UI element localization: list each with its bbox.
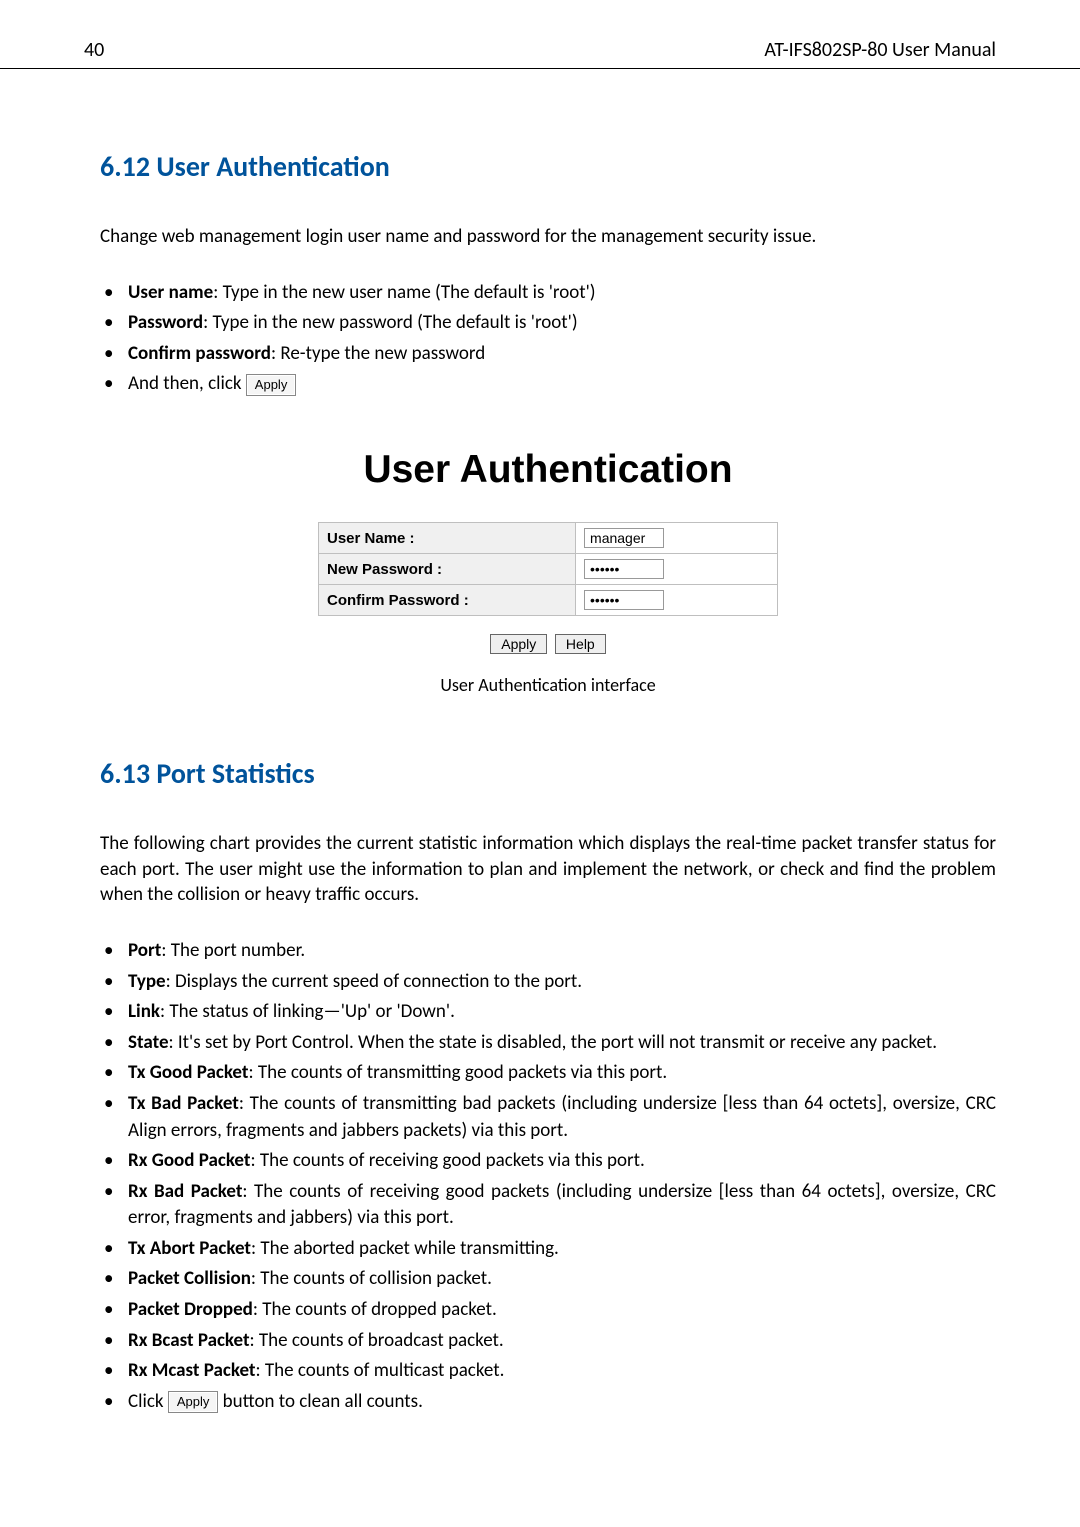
term-rx-bcast-packet: Rx Bcast Packet	[128, 1329, 250, 1352]
page-content: 6.12 User Authentication Change web mana…	[0, 69, 1080, 1465]
manual-title: AT-IFS802SP-80 User Manual	[764, 38, 996, 62]
term-tx-bad-packet: Tx Bad Packet	[128, 1092, 239, 1115]
click-pre: Click	[128, 1390, 168, 1413]
andthen-text: And then, click	[128, 372, 246, 395]
term-confirm-password: Confirm password	[128, 342, 271, 365]
list-item: Password: Type in the new password (The …	[100, 310, 996, 337]
list-item: Packet Dropped: The counts of dropped pa…	[100, 1297, 996, 1324]
desc-rx-good-packet: : The counts of receiving good packets v…	[250, 1149, 644, 1172]
list-item: Link: The status of linking—'Up' or 'Dow…	[100, 999, 996, 1026]
term-rx-good-packet: Rx Good Packet	[128, 1149, 250, 1172]
desc-confirm-password: : Re-type the new password	[271, 342, 485, 365]
apply-button[interactable]: Apply	[168, 1391, 219, 1413]
confirm-password-input[interactable]: ••••••	[584, 590, 664, 610]
term-user-name: User name	[128, 281, 213, 304]
label-new-password: New Password :	[319, 554, 576, 585]
desc-password: : Type in the new password (The default …	[203, 311, 578, 334]
term-password: Password	[128, 311, 203, 334]
list-item: Rx Mcast Packet: The counts of multicast…	[100, 1358, 996, 1385]
desc-packet-dropped: : The counts of dropped packet.	[253, 1298, 497, 1321]
list-item: User name: Type in the new user name (Th…	[100, 280, 996, 307]
heading-6-13: 6.13 Port Statistics	[100, 756, 996, 791]
list-item: Rx Bad Packet: The counts of receiving g…	[100, 1179, 996, 1232]
auth-table: User Name : manager New Password : •••••…	[318, 522, 778, 616]
list-item: And then, click Apply	[100, 371, 996, 398]
term-tx-good-packet: Tx Good Packet	[128, 1061, 248, 1084]
desc-tx-good-packet: : The counts of transmitting good packet…	[248, 1061, 667, 1084]
term-rx-bad-packet: Rx Bad Packet	[128, 1180, 242, 1203]
term-state: State	[128, 1031, 169, 1054]
list-item: Confirm password: Re-type the new passwo…	[100, 341, 996, 368]
apply-button[interactable]: Apply	[246, 374, 297, 396]
list-6-13: Port: The port number. Type: Displays th…	[100, 938, 996, 1416]
list-6-12: User name: Type in the new user name (Th…	[100, 280, 996, 398]
list-item: Click Apply button to clean all counts.	[100, 1389, 996, 1416]
table-row: New Password : ••••••	[319, 554, 778, 585]
list-item: State: It's set by Port Control. When th…	[100, 1030, 996, 1057]
new-password-input[interactable]: ••••••	[584, 559, 664, 579]
desc-user-name: : Type in the new user name (The default…	[213, 281, 595, 304]
cell-new-password: ••••••	[576, 554, 778, 585]
table-row: Confirm Password : ••••••	[319, 585, 778, 616]
apply-button[interactable]: Apply	[490, 634, 547, 654]
list-item: Type: Displays the current speed of conn…	[100, 969, 996, 996]
label-user-name: User Name :	[319, 523, 576, 554]
list-item: Tx Bad Packet: The counts of transmittin…	[100, 1091, 996, 1144]
desc-packet-collision: : The counts of collision packet.	[251, 1267, 492, 1290]
intro-6-12: Change web management login user name an…	[100, 224, 996, 250]
intro-6-13: The following chart provides the current…	[100, 831, 996, 908]
term-link: Link	[128, 1000, 160, 1023]
desc-state: : It's set by Port Control. When the sta…	[169, 1031, 938, 1054]
list-item: Rx Bcast Packet: The counts of broadcast…	[100, 1328, 996, 1355]
desc-link: : The status of linking—'Up' or 'Down'.	[160, 1000, 455, 1023]
list-item: Tx Good Packet: The counts of transmitti…	[100, 1060, 996, 1087]
user-name-input[interactable]: manager	[584, 528, 664, 548]
list-item: Port: The port number.	[100, 938, 996, 965]
desc-tx-bad-packet: : The counts of transmitting bad packets…	[128, 1092, 996, 1142]
term-port: Port	[128, 939, 161, 962]
form-buttons: Apply Help	[100, 634, 996, 654]
term-tx-abort-packet: Tx Abort Packet	[128, 1237, 251, 1260]
term-type: Type	[128, 970, 166, 993]
label-confirm-password: Confirm Password :	[319, 585, 576, 616]
heading-6-12: 6.12 User Authentication	[100, 149, 996, 184]
list-item: Tx Abort Packet: The aborted packet whil…	[100, 1236, 996, 1263]
list-item: Rx Good Packet: The counts of receiving …	[100, 1148, 996, 1175]
desc-rx-bad-packet: : The counts of receiving good packets (…	[128, 1180, 996, 1230]
help-button[interactable]: Help	[555, 634, 606, 654]
desc-type: : Displays the current speed of connecti…	[166, 970, 582, 993]
click-post: button to clean all counts.	[223, 1390, 423, 1413]
list-item: Packet Collision: The counts of collisio…	[100, 1266, 996, 1293]
figure-user-auth: User Authentication User Name : manager …	[100, 418, 996, 696]
desc-rx-mcast-packet: : The counts of multicast packet.	[256, 1359, 505, 1382]
table-row: User Name : manager	[319, 523, 778, 554]
cell-user-name: manager	[576, 523, 778, 554]
figure-title: User Authentication	[363, 448, 732, 492]
figure-caption: User Authentication interface	[100, 674, 996, 696]
term-packet-collision: Packet Collision	[128, 1267, 251, 1290]
desc-rx-bcast-packet: : The counts of broadcast packet.	[250, 1329, 504, 1352]
desc-tx-abort-packet: : The aborted packet while transmitting.	[251, 1237, 559, 1260]
page-number: 40	[84, 38, 104, 62]
cell-confirm-password: ••••••	[576, 585, 778, 616]
page-header: 40 AT-IFS802SP-80 User Manual	[0, 0, 1080, 69]
term-packet-dropped: Packet Dropped	[128, 1298, 253, 1321]
desc-port: : The port number.	[161, 939, 305, 962]
term-rx-mcast-packet: Rx Mcast Packet	[128, 1359, 256, 1382]
